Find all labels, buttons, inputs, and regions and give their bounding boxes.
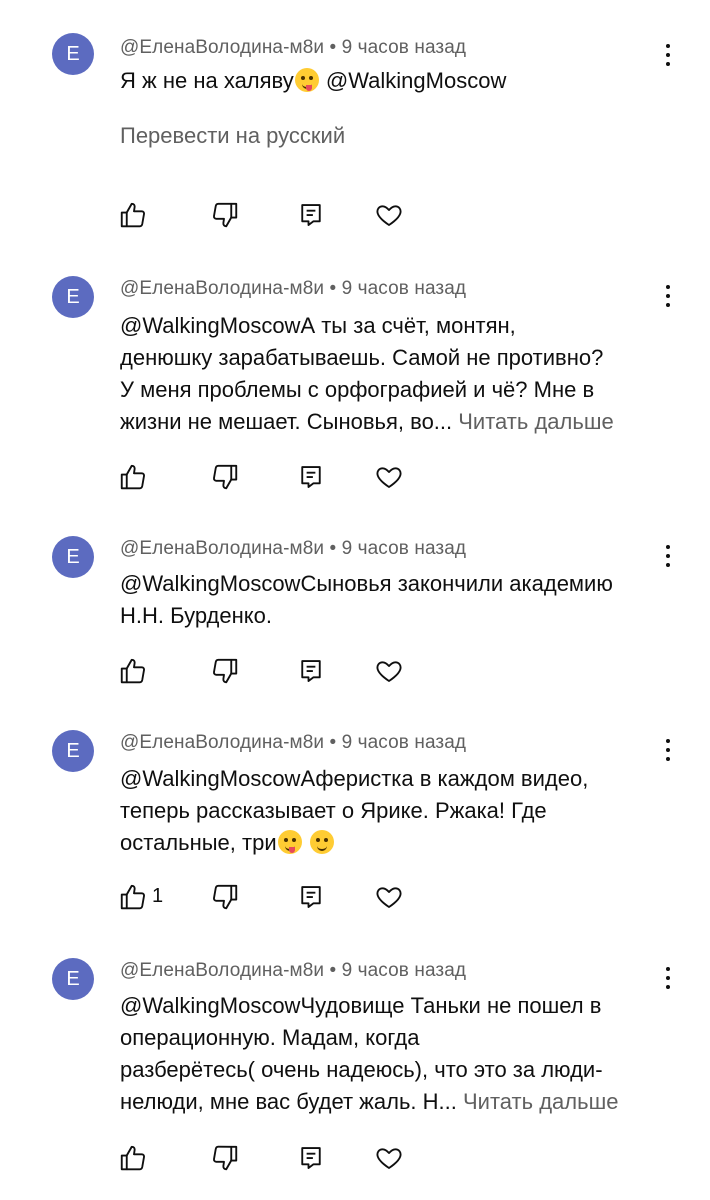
like-button[interactable] <box>118 462 148 492</box>
thumb-down-icon <box>213 202 238 228</box>
thumb-down-icon <box>213 884 238 910</box>
comment-meta: @ЕленаВолодина-м8и • 9 часов назад <box>120 538 467 559</box>
heart-icon <box>376 1148 402 1169</box>
heart-button[interactable] <box>374 656 404 686</box>
more-vertical-icon[interactable] <box>660 739 676 765</box>
comment-meta: @ЕленаВолодина-м8и • 9 часов назад <box>120 960 467 981</box>
thumb-up-icon <box>120 202 145 228</box>
reply-button[interactable] <box>296 462 326 492</box>
comment-meta: @ЕленаВолодина-м8и • 9 часов назад <box>120 732 467 753</box>
comment-line: Я ж не на халяву <box>120 68 294 93</box>
reply-button[interactable] <box>296 1143 326 1173</box>
comment-line: Н.Н. Бурденко. <box>120 603 272 628</box>
dislike-button[interactable] <box>210 1143 240 1173</box>
comment-line: @WalkingMoscowЧудовище Таньки не пошел в <box>120 993 602 1018</box>
thumb-up-icon <box>120 884 145 910</box>
heart-icon <box>376 467 402 488</box>
comment-text: @WalkingMoscowА ты за счёт, монтян, деню… <box>120 310 680 438</box>
heart-icon <box>376 205 402 226</box>
dislike-button[interactable] <box>210 656 240 686</box>
comment-line: жизни не мешает. Сыновья, во... <box>120 409 453 434</box>
like-button[interactable]: 1 <box>118 882 163 912</box>
more-vertical-icon[interactable] <box>660 285 676 311</box>
comment-text: @WalkingMoscowАферистка в каждом видео, … <box>120 763 680 859</box>
like-count: 1 <box>152 885 164 907</box>
comment-line: денюшку зарабатываешь. Самой не противно… <box>120 345 604 370</box>
comment-text: @WalkingMoscowЧудовище Таньки не пошел в… <box>120 990 680 1118</box>
reply-button[interactable] <box>296 882 326 912</box>
avatar[interactable]: E <box>52 536 94 578</box>
thumb-down-icon <box>213 658 238 684</box>
comment-line: @WalkingMoscowАферистка в каждом видео, <box>120 766 589 791</box>
reply-icon <box>301 660 321 682</box>
thumb-down-icon <box>213 464 238 490</box>
comment-line: разберётесь( очень надеюсь), что это за … <box>120 1057 603 1082</box>
dislike-button[interactable] <box>210 462 240 492</box>
heart-button[interactable] <box>374 1143 404 1173</box>
reply-button[interactable] <box>296 656 326 686</box>
avatar[interactable]: E <box>52 276 94 318</box>
comment-line: операционную. Мадам, когда <box>120 1025 420 1050</box>
comment-meta: @ЕленаВолодина-м8и • 9 часов назад <box>120 278 467 299</box>
winking-tongue-emoji-icon <box>277 830 302 854</box>
heart-button[interactable] <box>374 882 404 912</box>
thumb-down-icon <box>213 1145 238 1171</box>
heart-button[interactable] <box>374 462 404 492</box>
reply-icon <box>301 204 321 226</box>
heart-button[interactable] <box>374 200 404 230</box>
avatar[interactable]: E <box>52 958 94 1000</box>
thinking-face-emoji-icon <box>309 830 334 854</box>
comment-line: остальные, три <box>120 830 277 855</box>
avatar[interactable]: E <box>52 730 94 772</box>
comment-line: нелюди, мне вас будет жаль. Н... <box>120 1089 457 1114</box>
reply-icon <box>301 1147 321 1169</box>
comment-text: @WalkingMoscowСыновья закончили академию… <box>120 568 680 632</box>
heart-icon <box>376 887 402 908</box>
comment-line: У меня проблемы с орфографией и чё? Мне … <box>120 377 595 402</box>
comment-line: теперь рассказывает о Ярике. Ржака! Где <box>120 798 547 823</box>
thumb-up-icon <box>120 464 145 490</box>
thumb-up-icon <box>120 1145 145 1171</box>
dislike-button[interactable] <box>210 200 240 230</box>
comment-line: @WalkingMoscowСыновья закончили академию <box>120 571 613 596</box>
like-button[interactable] <box>118 656 148 686</box>
like-button[interactable] <box>118 1143 148 1173</box>
dislike-button[interactable] <box>210 882 240 912</box>
translate-button[interactable]: Перевести на русский <box>120 123 345 149</box>
comment-meta: @ЕленаВолодина-м8и • 9 часов назад <box>120 37 467 58</box>
reply-button[interactable] <box>296 200 326 230</box>
thumb-up-icon <box>120 658 145 684</box>
winking-tongue-emoji-icon <box>294 68 319 92</box>
read-more-link[interactable]: Читать дальше <box>458 409 613 434</box>
avatar[interactable]: E <box>52 33 94 75</box>
reply-icon <box>301 466 321 488</box>
read-more-link[interactable]: Читать дальше <box>463 1089 618 1114</box>
reply-icon <box>301 886 321 908</box>
comment-text: Я ж не на халяву @WalkingMoscow <box>120 65 680 97</box>
comment-line: @WalkingMoscowА ты за счёт, монтян, <box>120 313 516 338</box>
heart-icon <box>376 661 402 682</box>
like-button[interactable] <box>118 200 148 230</box>
mention-link[interactable]: @WalkingMoscow <box>326 68 506 93</box>
